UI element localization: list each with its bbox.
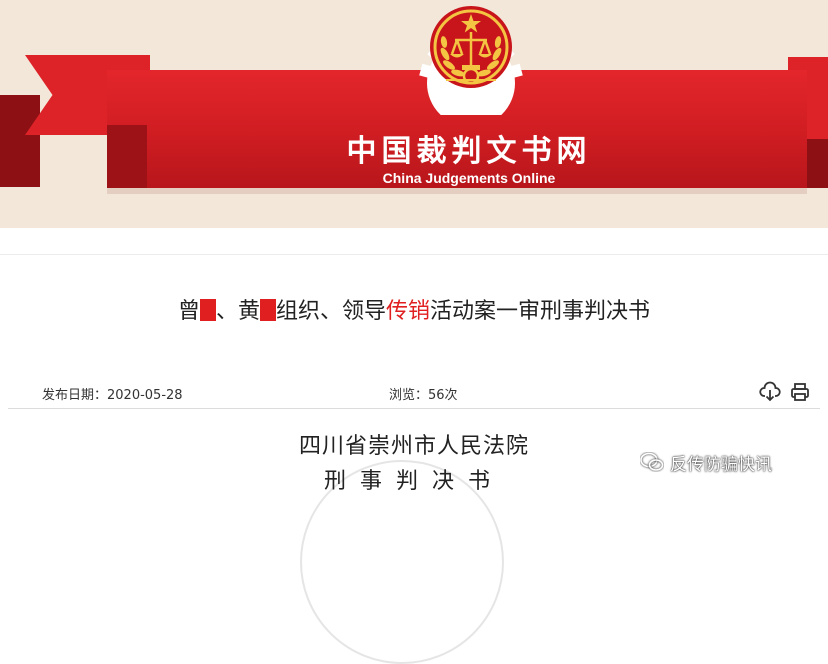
title-part-suffix: 活动案一审刑事判决书: [430, 299, 651, 324]
title-part-surname-2: 、黄: [215, 299, 260, 324]
wechat-icon: [640, 452, 664, 471]
title-part-highlight: 传销: [386, 299, 431, 324]
print-icon[interactable]: [789, 381, 811, 403]
view-count: 浏览：56次: [389, 388, 458, 403]
title-part-surname-1: 曾: [177, 299, 200, 324]
account-watermark: 反传防骗快讯: [640, 448, 772, 476]
watermark-text: 反传防骗快讯: [670, 454, 772, 475]
download-icon[interactable]: [759, 381, 781, 403]
site-title: 中国裁判文书网: [346, 134, 592, 169]
title-part-charge: 组织、领导: [275, 299, 386, 324]
divider: [0, 254, 828, 255]
site-subtitle: China Judgements Online: [382, 170, 556, 186]
banner-gap: [0, 228, 828, 254]
redaction-mark: [199, 299, 216, 321]
redaction-mark: [259, 299, 276, 321]
meta-divider: [8, 408, 820, 409]
ribbon-shadow: [107, 188, 807, 194]
document-title: 曾、黄 组织、领导传销活动案一审刑事判决书: [0, 293, 828, 325]
site-banner: 中国裁判文书网 China Judgements Online: [0, 0, 828, 228]
publish-date: 发布日期：2020-05-28: [42, 388, 183, 403]
court-emblem-icon[interactable]: [428, 4, 514, 90]
